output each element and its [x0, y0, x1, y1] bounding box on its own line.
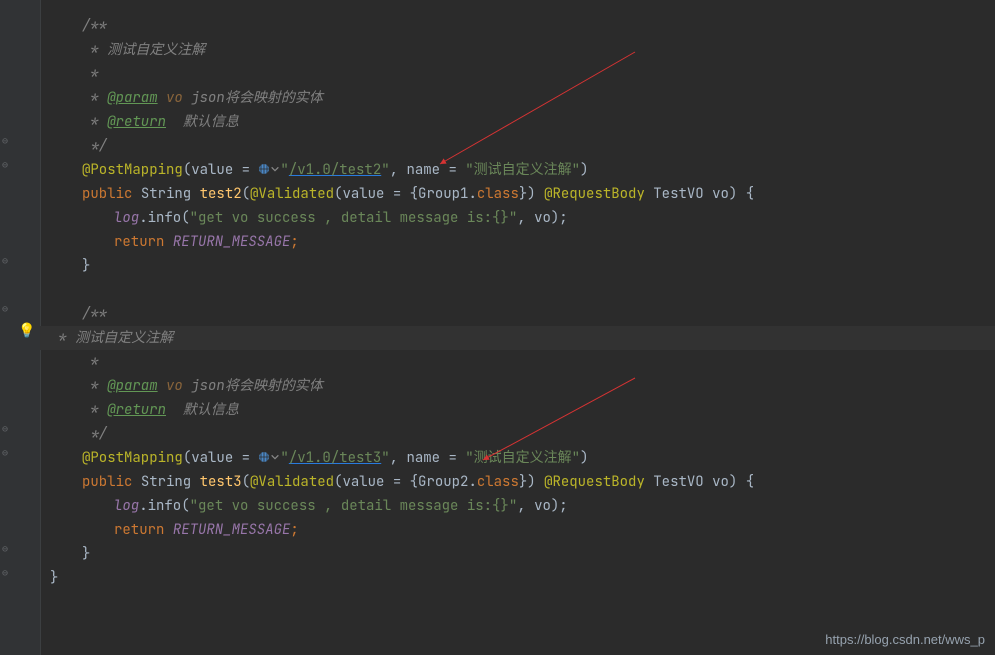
fold-marker-icon[interactable]: ⊖ — [2, 448, 8, 458]
postmapping-line: @PostMapping(value = "/v1.0/test2", name… — [50, 158, 995, 182]
doc-return-line: * @return 默认信息 — [50, 110, 995, 134]
chevron-down-icon[interactable] — [270, 163, 280, 175]
doc-close: */ — [50, 422, 995, 446]
method-signature: public String test2(@Validated(value = {… — [50, 182, 995, 206]
watermark-text: https://blog.csdn.net/wws_p — [825, 632, 985, 647]
doc-return-line: * @return 默认信息 — [50, 398, 995, 422]
doc-param-line: * @param vo json将会映射的实体 — [50, 374, 995, 398]
web-icon — [258, 451, 270, 463]
method-close-brace: } — [50, 542, 995, 566]
log-line: log.info("get vo success , detail messag… — [50, 206, 995, 230]
code-editor[interactable]: /** * 测试自定义注解 * * @param vo json将会映射的实体 … — [40, 0, 995, 590]
fold-marker-icon[interactable]: ⊖ — [2, 136, 8, 146]
doc-open: /** — [50, 302, 995, 326]
intention-bulb-icon[interactable]: 💡 — [18, 322, 30, 334]
return-line: return RETURN_MESSAGE; — [50, 230, 995, 254]
doc-param-line: * @param vo json将会映射的实体 — [50, 86, 995, 110]
doc-blank: * — [50, 350, 995, 374]
fold-marker-icon[interactable]: ⊖ — [2, 568, 8, 578]
doc-desc: * 测试自定义注解 — [50, 38, 995, 62]
blank-line — [50, 278, 995, 302]
fold-marker-icon[interactable]: ⊖ — [2, 544, 8, 554]
fold-marker-icon[interactable]: ⊖ — [2, 160, 8, 170]
doc-blank: * — [50, 62, 995, 86]
fold-marker-icon[interactable]: ⊖ — [2, 304, 8, 314]
web-icon — [258, 163, 270, 175]
class-close-brace: } — [50, 566, 995, 590]
fold-marker-icon[interactable]: ⊖ — [2, 256, 8, 266]
method-close-brace: } — [50, 254, 995, 278]
method-signature: public String test3(@Validated(value = {… — [50, 470, 995, 494]
editor-gutter: ⊖ ⊖ ⊖ ⊖ 💡 ⊖ ⊖ ⊖ ⊖ — [0, 0, 41, 655]
doc-desc: * 测试自定义注解 — [40, 326, 995, 350]
fold-marker-icon[interactable]: ⊖ — [2, 424, 8, 434]
postmapping-line: @PostMapping(value = "/v1.0/test3", name… — [50, 446, 995, 470]
doc-open: /** — [50, 14, 995, 38]
chevron-down-icon[interactable] — [270, 451, 280, 463]
doc-close: */ — [50, 134, 995, 158]
log-line: log.info("get vo success , detail messag… — [50, 494, 995, 518]
return-line: return RETURN_MESSAGE; — [50, 518, 995, 542]
